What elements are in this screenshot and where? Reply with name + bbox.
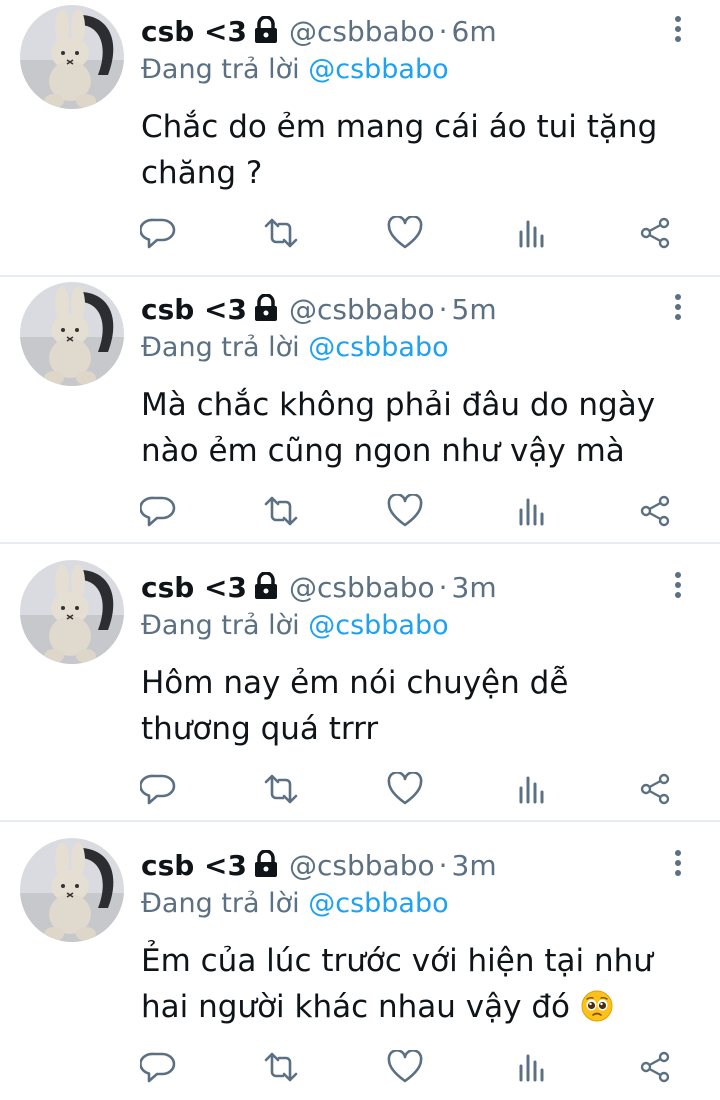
reply-mention-link[interactable]: @csbbabo xyxy=(308,332,448,363)
user-handle[interactable]: @csbbabo xyxy=(289,293,435,326)
display-name[interactable]: csb <3 xyxy=(141,849,247,882)
reply-icon[interactable] xyxy=(133,1044,183,1094)
lock-icon xyxy=(253,293,279,333)
share-icon[interactable] xyxy=(630,1044,680,1094)
timestamp[interactable]: 3m xyxy=(452,571,497,604)
separator-dot: · xyxy=(438,849,448,882)
display-name[interactable]: csb <3 xyxy=(141,15,247,48)
lock-icon xyxy=(253,571,279,611)
more-options-icon[interactable] xyxy=(668,848,688,878)
analytics-icon[interactable] xyxy=(506,488,556,538)
tweet-header: csb <3 @csbbabo · 3m xyxy=(141,846,497,889)
retweet-icon[interactable] xyxy=(256,766,306,816)
tweet[interactable]: csb <3 @csbbabo · 5m Đang trả lời @csbbabo … xyxy=(0,267,720,544)
tweet-text: Chắc do ẻm mang cái áo tui tặng chăng ? xyxy=(141,109,658,191)
analytics-icon[interactable] xyxy=(506,1044,556,1094)
lock-icon xyxy=(253,15,279,55)
tweet[interactable]: csb <3 @csbbabo · 3m Đang trả lời @csbbabo … xyxy=(0,545,720,822)
timestamp[interactable]: 3m xyxy=(452,849,497,882)
tweet-header: csb <3 @csbbabo · 6m xyxy=(141,12,497,55)
more-options-icon[interactable] xyxy=(668,570,688,600)
reply-mention-link[interactable]: @csbbabo xyxy=(308,888,448,919)
tweet-header: csb <3 @csbbabo · 5m xyxy=(141,290,497,333)
replying-to: Đang trả lời @csbbabo xyxy=(141,50,449,90)
tweet-text: Hôm nay ẻm nói chuyện dễ thương quá trrr xyxy=(141,665,569,747)
retweet-icon[interactable] xyxy=(256,210,306,260)
reply-icon[interactable] xyxy=(133,210,183,260)
separator-dot: · xyxy=(438,293,448,326)
user-handle[interactable]: @csbbabo xyxy=(289,571,435,604)
timestamp[interactable]: 5m xyxy=(452,293,497,326)
tweet-actions xyxy=(0,488,720,538)
tweet-text: Ẻm của lúc trước với hiện tại như hai ng… xyxy=(141,938,681,1036)
replying-to: Đang trả lời @csbbabo xyxy=(141,884,449,924)
separator-dot: · xyxy=(438,15,448,48)
reply-icon[interactable] xyxy=(133,488,183,538)
like-icon[interactable] xyxy=(380,210,430,260)
tweet-actions xyxy=(0,766,720,816)
display-name[interactable]: csb <3 xyxy=(141,293,247,326)
share-icon[interactable] xyxy=(630,488,680,538)
like-icon[interactable] xyxy=(380,766,430,816)
tweet-actions xyxy=(0,210,720,260)
analytics-icon[interactable] xyxy=(506,766,556,816)
pleading-face-emoji xyxy=(580,989,614,1036)
tweet-feed: csb <3 @csbbabo · 6m Đang trả lời @csbbabo … xyxy=(0,0,720,1090)
analytics-icon[interactable] xyxy=(506,210,556,260)
share-icon[interactable] xyxy=(630,210,680,260)
tweet[interactable]: csb <3 @csbbabo · 6m Đang trả lời @csbbabo … xyxy=(0,0,720,277)
replying-to: Đang trả lời @csbbabo xyxy=(141,606,449,646)
retweet-icon[interactable] xyxy=(256,488,306,538)
reply-prefix: Đang trả lời xyxy=(141,888,300,919)
more-options-icon[interactable] xyxy=(668,292,688,322)
reply-prefix: Đang trả lời xyxy=(141,610,300,641)
reply-prefix: Đang trả lời xyxy=(141,332,300,363)
tweet-text: Mà chắc không phải đâu do ngày nào ẻm cũ… xyxy=(141,387,656,469)
tweet[interactable]: csb <3 @csbbabo · 3m Đang trả lời @csbbabo … xyxy=(0,823,720,1100)
user-handle[interactable]: @csbbabo xyxy=(289,15,435,48)
user-handle[interactable]: @csbbabo xyxy=(289,849,435,882)
retweet-icon[interactable] xyxy=(256,1044,306,1094)
avatar[interactable] xyxy=(20,838,124,942)
reply-mention-link[interactable]: @csbbabo xyxy=(308,54,448,85)
tweet-text-content: Ẻm của lúc trước với hiện tại như hai ng… xyxy=(141,943,653,1025)
reply-mention-link[interactable]: @csbbabo xyxy=(308,610,448,641)
replying-to: Đang trả lời @csbbabo xyxy=(141,328,449,368)
reply-prefix: Đang trả lời xyxy=(141,54,300,85)
share-icon[interactable] xyxy=(630,766,680,816)
avatar[interactable] xyxy=(20,5,124,109)
reply-icon[interactable] xyxy=(133,766,183,816)
more-options-icon[interactable] xyxy=(668,14,688,44)
display-name[interactable]: csb <3 xyxy=(141,571,247,604)
like-icon[interactable] xyxy=(380,1044,430,1094)
avatar[interactable] xyxy=(20,282,124,386)
tweet-header: csb <3 @csbbabo · 3m xyxy=(141,568,497,611)
separator-dot: · xyxy=(438,571,448,604)
avatar[interactable] xyxy=(20,560,124,664)
lock-icon xyxy=(253,849,279,889)
timestamp[interactable]: 6m xyxy=(452,15,497,48)
tweet-actions xyxy=(0,1044,720,1094)
like-icon[interactable] xyxy=(380,488,430,538)
